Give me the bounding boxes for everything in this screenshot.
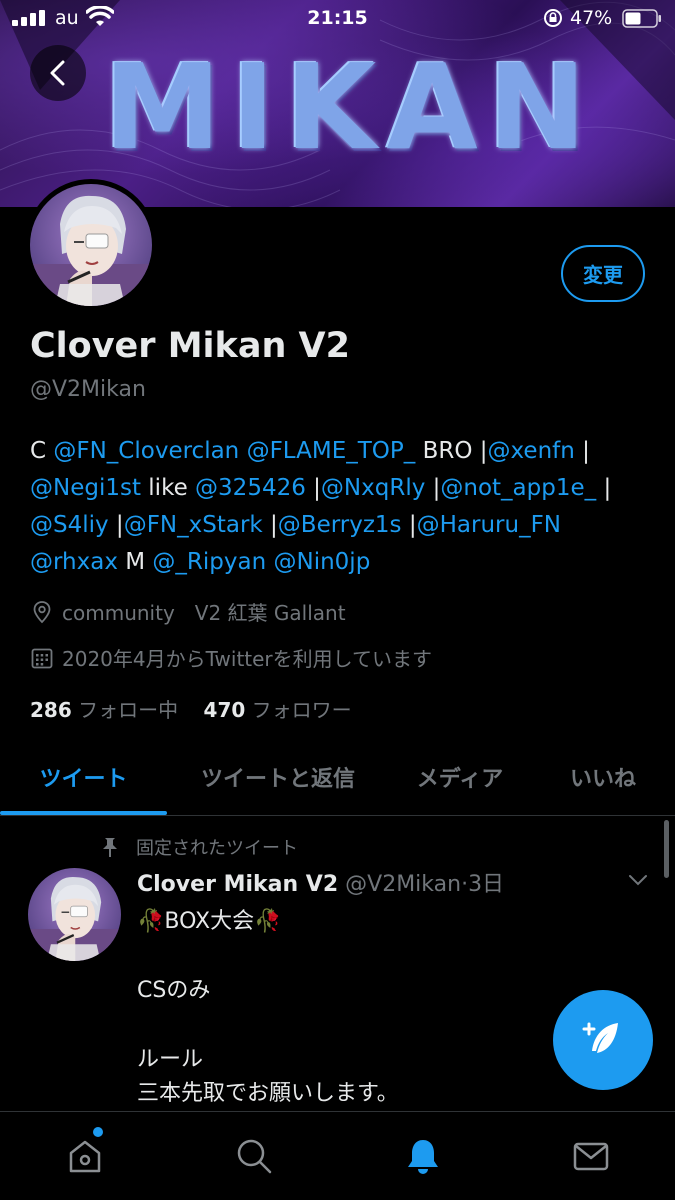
scrollbar[interactable] [664,820,669,878]
bio-text: BRO | [415,438,488,464]
compose-feather-icon [582,1022,618,1053]
tweet-separator: · [461,872,469,897]
tweet-header: Clover Mikan V2 @V2Mikan·3日 [137,866,504,898]
battery-icon [622,9,661,28]
nav-messages[interactable] [569,1134,613,1178]
active-tab-indicator [0,811,167,815]
follow-stats: 286 フォロー中 470 フォロワー [30,694,352,723]
tweet-text-line: 三本先取でお願いします。 [137,1081,399,1106]
bio-mention-link[interactable]: @xenfn [488,438,575,464]
bio-mention-link[interactable]: @FN_xStark [124,512,263,538]
tweet-text-line: 🥀BOX大会🥀 [137,909,282,934]
bio-mention-link[interactable]: @Haruru_FN [417,512,561,538]
bio-text [266,549,273,575]
location-pin-icon [33,600,51,623]
profile-bio: C @FN_Cloverclan @FLAME_TOP_ BRO |@xenfn… [30,433,650,581]
bio-text: | [108,512,124,538]
search-icon [237,1139,272,1174]
bio-text [239,438,246,464]
bio-mention-link[interactable]: @S4liy [30,512,109,538]
chevron-down-icon[interactable] [626,870,650,890]
bio-text: | [305,475,321,501]
bio-mention-link[interactable]: @NxqRly [321,475,425,501]
home-notification-dot [93,1127,103,1137]
followers-link[interactable]: 470 フォロワー [204,698,352,722]
tweet-author-handle: @V2Mikan [345,872,462,897]
following-link[interactable]: 286 フォロー中 [30,698,178,722]
bio-mention-link[interactable]: @Berryz1s [278,512,402,538]
bio-text: | [425,475,441,501]
bio-mention-link[interactable]: @FLAME_TOP_ [247,438,416,464]
status-bar: au 21:15 47% [0,0,675,36]
compose-tweet-button[interactable] [553,990,653,1090]
tweet-text-line: CSのみ [137,978,211,1003]
nav-home[interactable] [63,1134,107,1178]
followers-count: 470 [203,698,246,722]
tweet-author-name[interactable]: Clover Mikan V2 [137,872,338,897]
following-label: フォロー中 [78,698,179,722]
nav-notifications[interactable] [401,1134,445,1178]
bottom-navigation [0,1111,675,1200]
followers-label: フォロワー [251,698,352,722]
pin-icon [103,838,117,857]
bio-text: M [117,549,153,575]
tab-likes[interactable]: いいね [531,740,675,814]
bio-text: | [401,512,417,538]
location-text: community V2 紅葉 Gallant [62,601,346,625]
bio-mention-link[interactable]: @Nin0jp [274,549,371,575]
tweet-text-line: ルール [137,1047,204,1072]
avatar-image [30,184,152,306]
location-row: community V2 紅葉 Gallant [30,597,346,626]
tweet-author-avatar[interactable] [28,868,121,961]
home-icon [69,1140,101,1173]
joined-text: 2020年4月からTwitterを利用しています [62,647,433,671]
bio-mention-link[interactable]: @_Ripyan [152,549,266,575]
bio-mention-link[interactable]: @Negi1st [30,475,141,501]
orientation-lock-icon [544,9,562,27]
bio-text: | [596,475,612,501]
display-name: Clover Mikan V2 [30,326,350,366]
profile-avatar[interactable] [25,179,157,311]
tab-media[interactable]: メディア [389,740,531,814]
nav-search[interactable] [232,1134,276,1178]
bio-mention-link[interactable]: @not_app1e_ [440,475,596,501]
change-profile-button[interactable]: 変更 [561,245,645,302]
bio-mention-link[interactable]: @rhxax [30,549,118,575]
tab-tweets-and-replies[interactable]: ツイートと返信 [167,740,389,814]
user-handle: @V2Mikan [30,377,146,402]
back-button[interactable] [30,45,86,101]
pinned-indicator: 固定されたツイート [100,834,298,860]
pinned-label: 固定されたツイート [136,838,298,859]
messages-icon [573,1142,609,1171]
bio-mention-link[interactable]: @325426 [195,475,306,501]
tweet-time: 3日 [468,872,505,897]
bio-mention-link[interactable]: @FN_Cloverclan [53,438,239,464]
bio-text: | [574,438,590,464]
bio-text: | [262,512,278,538]
banner-title: MIKAN [103,38,597,176]
profile-tabs: ツイート ツイートと返信 メディア いいね [0,740,675,816]
notifications-icon [408,1140,438,1174]
back-arrow-icon [50,60,65,86]
calendar-icon [31,648,53,668]
tab-tweets[interactable]: ツイート [0,740,167,814]
battery-percent: 47% [570,7,613,29]
joined-row: 2020年4月からTwitterを利用しています [30,643,432,672]
bio-text: C [30,438,54,464]
following-count: 286 [30,698,72,722]
bio-text: like [140,475,196,501]
